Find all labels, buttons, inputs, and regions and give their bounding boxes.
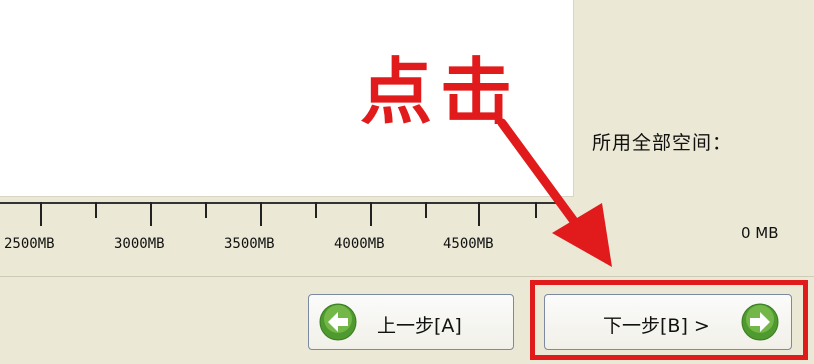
previous-button-label: 上一步[A]	[377, 315, 462, 337]
ruler-label: 4000MB	[334, 236, 385, 252]
arrow-left-icon	[319, 303, 357, 341]
ruler-tick-minor	[205, 202, 207, 218]
ruler-label: 3000MB	[114, 236, 165, 252]
ruler-tick-major	[260, 202, 262, 226]
ruler-label: 3500MB	[224, 236, 275, 252]
total-space-value: 0 MB	[741, 224, 779, 242]
ruler-label: 4500MB	[443, 236, 494, 252]
ruler-baseline	[0, 202, 560, 204]
wizard-page: 2500MB 3000MB 3500MB 4000MB 4500MB 所用全部空…	[0, 0, 814, 364]
ruler-tick-major	[370, 202, 372, 226]
annotation-arrow-icon	[497, 118, 612, 267]
next-button-highlight	[530, 280, 808, 360]
ruler-tick-major	[150, 202, 152, 226]
ruler-tick-major	[478, 202, 480, 226]
ruler-tick-minor	[95, 202, 97, 218]
ruler-tick-minor	[425, 202, 427, 218]
ruler-tick-minor	[315, 202, 317, 218]
ruler-label: 2500MB	[4, 236, 55, 252]
ruler-tick-major	[40, 202, 42, 226]
previous-button[interactable]: 上一步[A]	[308, 294, 514, 350]
button-divider	[0, 276, 814, 277]
